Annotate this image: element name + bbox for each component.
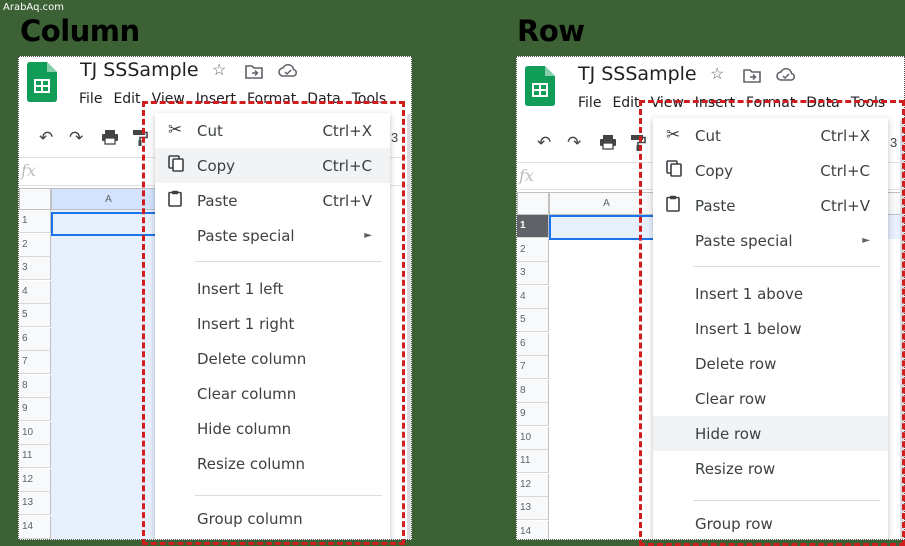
star-icon[interactable]: ☆ [710, 67, 724, 83]
undo-icon[interactable]: ↶ [39, 129, 53, 146]
highlight-box [639, 100, 905, 546]
menu-file[interactable]: File [578, 95, 601, 111]
row-heading: Row [517, 14, 585, 48]
fx-icon: fx [519, 166, 534, 185]
row-header-5[interactable]: 5 [19, 304, 51, 327]
select-all-corner[interactable] [19, 188, 51, 210]
watermark: ArabAq.com [3, 2, 64, 13]
row-header-1[interactable]: 1 [19, 210, 51, 233]
menu-scrollbar[interactable] [407, 113, 411, 539]
move-folder-icon[interactable] [245, 63, 263, 83]
column-heading: Column [20, 14, 140, 48]
menu-edit[interactable]: Edit [113, 91, 140, 107]
redo-icon[interactable]: ↷ [567, 134, 581, 151]
sheets-logo-icon[interactable] [27, 62, 57, 102]
row-header-6[interactable]: 6 [19, 327, 51, 351]
row-header-9[interactable]: 9 [517, 403, 549, 426]
row-header-7[interactable]: 7 [517, 356, 549, 379]
row-header-6[interactable]: 6 [517, 332, 549, 356]
row-header-8[interactable]: 8 [19, 374, 51, 398]
row-header-12[interactable]: 12 [19, 468, 51, 492]
row-header-1[interactable]: 1 [517, 215, 549, 238]
move-folder-icon[interactable] [743, 67, 761, 87]
row-header-7[interactable]: 7 [19, 351, 51, 374]
row-header-11[interactable]: 11 [19, 445, 51, 468]
undo-icon[interactable]: ↶ [537, 134, 551, 151]
document-title[interactable]: TJ SSSample [578, 63, 697, 85]
row-header-2[interactable]: 2 [19, 233, 51, 257]
star-icon[interactable]: ☆ [212, 63, 226, 79]
select-all-corner[interactable] [517, 192, 549, 215]
row-header-14[interactable]: 14 [517, 520, 549, 539]
row-header-14[interactable]: 14 [19, 515, 51, 539]
row-header-4[interactable]: 4 [517, 285, 549, 309]
fx-icon: fx [21, 161, 36, 180]
row-header-2[interactable]: 2 [517, 238, 549, 262]
cloud-status-icon[interactable] [278, 63, 298, 83]
cloud-status-icon[interactable] [776, 67, 796, 87]
row-header-4[interactable]: 4 [19, 280, 51, 304]
menu-edit[interactable]: Edit [612, 95, 639, 111]
highlight-box [142, 101, 405, 545]
redo-icon[interactable]: ↷ [69, 129, 83, 146]
document-title[interactable]: TJ SSSample [80, 59, 199, 81]
sheets-logo-icon[interactable] [525, 66, 555, 106]
row-header-5[interactable]: 5 [517, 309, 549, 332]
row-header-10[interactable]: 10 [517, 426, 549, 450]
print-icon[interactable] [599, 134, 617, 153]
row-header-8[interactable]: 8 [517, 379, 549, 403]
row-header-3[interactable]: 3 [19, 257, 51, 280]
row-header-3[interactable]: 3 [517, 262, 549, 285]
row-header-11[interactable]: 11 [517, 450, 549, 473]
row-header-13[interactable]: 13 [517, 497, 549, 520]
row-header-10[interactable]: 10 [19, 421, 51, 445]
row-header-12[interactable]: 12 [517, 473, 549, 497]
print-icon[interactable] [101, 129, 119, 148]
row-header-13[interactable]: 13 [19, 492, 51, 515]
row-header-9[interactable]: 9 [19, 398, 51, 421]
menu-file[interactable]: File [79, 91, 102, 107]
